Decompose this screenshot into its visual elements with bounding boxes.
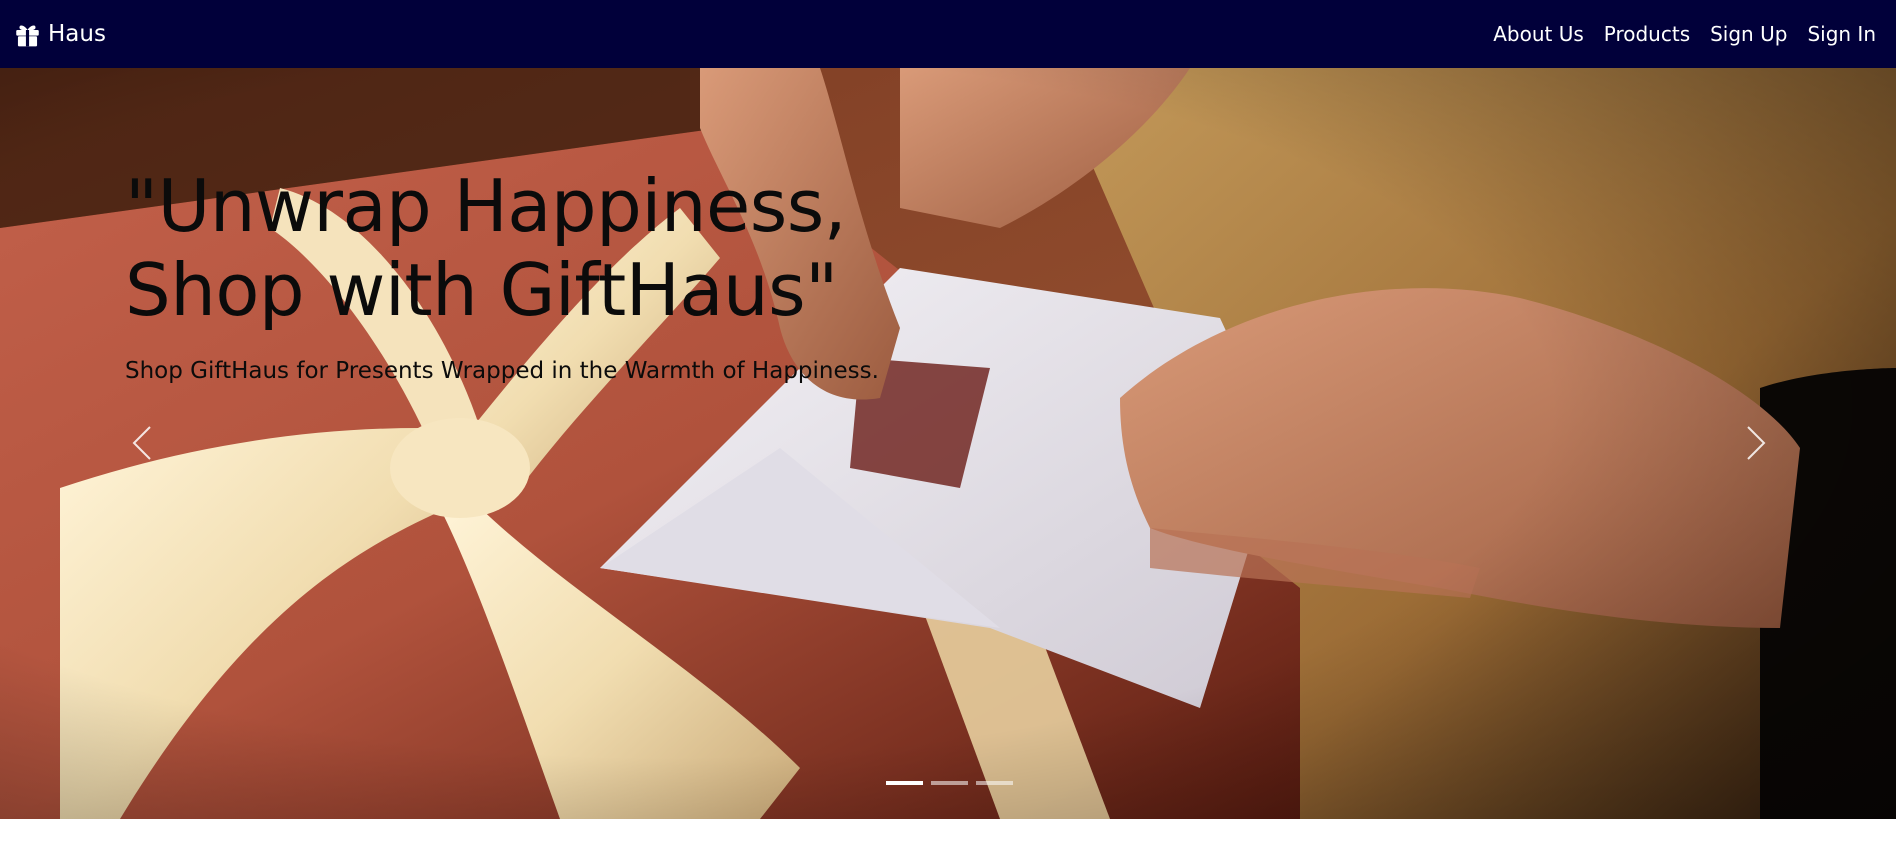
hero-subline: Shop GiftHaus for Presents Wrapped in th… [125, 358, 879, 384]
hero-headline: "Unwrap Happiness, Shop with GiftHaus" [125, 164, 847, 332]
carousel-indicators [886, 781, 1013, 785]
chevron-left-icon [130, 423, 154, 467]
carousel-next-button[interactable] [1726, 405, 1786, 485]
nav-about-us[interactable]: About Us [1493, 22, 1584, 46]
main-nav: About Us Products Sign Up Sign In [1493, 22, 1882, 46]
chevron-right-icon [1744, 423, 1768, 467]
hero-carousel: "Unwrap Happiness, Shop with GiftHaus" S… [0, 68, 1896, 819]
gift-icon [14, 21, 41, 48]
hero-caption: "Unwrap Happiness, Shop with GiftHaus" S… [125, 164, 985, 386]
nav-sign-up[interactable]: Sign Up [1710, 22, 1787, 46]
carousel-prev-button[interactable] [112, 405, 172, 485]
carousel-indicator-2[interactable] [931, 781, 968, 785]
nav-products[interactable]: Products [1604, 22, 1690, 46]
brand-link[interactable]: Haus [14, 21, 106, 48]
carousel-indicator-3[interactable] [976, 781, 1013, 785]
navbar: Haus About Us Products Sign Up Sign In [0, 0, 1896, 68]
brand-name: Haus [48, 21, 106, 47]
nav-sign-in[interactable]: Sign In [1807, 22, 1876, 46]
carousel-indicator-1[interactable] [886, 781, 923, 785]
